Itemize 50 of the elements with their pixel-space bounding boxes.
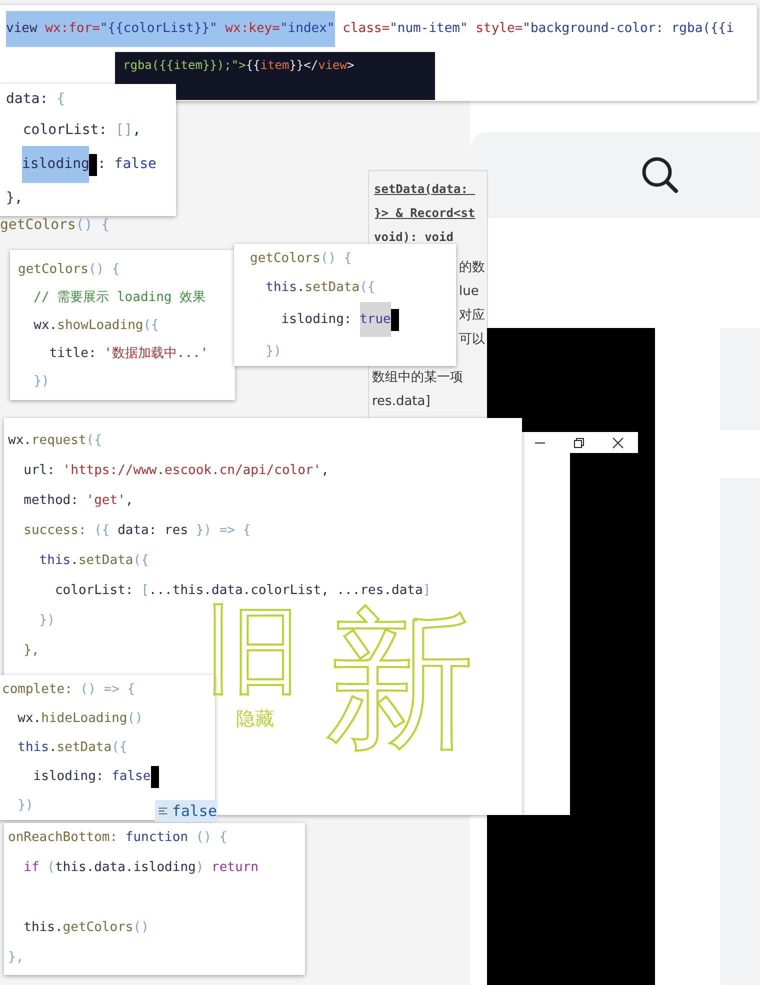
code-line: }) bbox=[16, 797, 34, 815]
handwritten-note: 旧 bbox=[205, 602, 301, 698]
annotation-text: 隐藏 bbox=[236, 707, 274, 732]
code-line: }, bbox=[8, 949, 24, 967]
search-icon[interactable] bbox=[640, 155, 680, 195]
code-line: wx.showLoading({ bbox=[32, 317, 159, 335]
doc-text: res.data] bbox=[372, 393, 430, 411]
restore-icon[interactable] bbox=[572, 436, 585, 448]
code-line: getColors() { bbox=[18, 261, 120, 279]
tooltip-text: setData(data: bbox=[374, 181, 469, 198]
code-line: view wx:for="{{colorList}}" wx:key="index" class="num-item" style="background-color: rgba({{i bbox=[6, 11, 734, 47]
code-line: if (this.data.isloding) return bbox=[22, 859, 258, 877]
code-line: url: 'https://www.escook.cn/api/color', bbox=[22, 462, 329, 480]
code-line: this.getColors() bbox=[22, 919, 149, 937]
code-line: success: ({ data: res }) => { bbox=[22, 522, 251, 540]
code-line: complete: () => { bbox=[2, 681, 136, 699]
tooltip-text: }> & Record<st bbox=[374, 205, 476, 222]
code-line: this.setData({ bbox=[38, 552, 149, 570]
value-icon bbox=[158, 805, 168, 817]
code-line: wx.hideLoading() bbox=[16, 710, 143, 728]
code-line: }) bbox=[38, 612, 55, 630]
code-line: }) bbox=[264, 343, 282, 361]
code-line: onReachBottom: function () { bbox=[8, 829, 228, 847]
doc-text: 数组中的某一项 bbox=[372, 369, 463, 387]
doc-text: lue bbox=[459, 283, 479, 301]
handwritten-note: 新 bbox=[325, 606, 475, 756]
code-line: isloding : false bbox=[6, 146, 156, 183]
code-line: colorList: [...this.data.colorList, ...res.data] bbox=[54, 582, 431, 600]
code-line: }, bbox=[6, 189, 23, 208]
code-line: data: { bbox=[6, 90, 66, 109]
doc-text: 对应 bbox=[459, 307, 485, 325]
code-line: getColors() { bbox=[0, 216, 110, 235]
code-line: isloding: false bbox=[2, 762, 159, 791]
code-line: this.setData({ bbox=[264, 279, 376, 297]
tooltip-text: void): void bbox=[374, 229, 454, 246]
code-line: rgba({{item}});">{{item}}</view> bbox=[123, 57, 354, 74]
code-line: this.setData({ bbox=[16, 739, 128, 757]
code-line: wx.request({ bbox=[8, 432, 102, 450]
code-line: }, bbox=[22, 642, 40, 660]
code-line: }) bbox=[32, 373, 50, 391]
close-icon[interactable] bbox=[612, 436, 624, 448]
code-line: // 需要展示 loading 效果 bbox=[32, 289, 206, 307]
doc-text: 的数 bbox=[459, 259, 485, 277]
doc-text: 可以 bbox=[459, 331, 485, 349]
code-line: isloding: true bbox=[250, 302, 399, 337]
code-line: method: 'get', bbox=[22, 492, 134, 510]
code-line: title: '数据加载中...' bbox=[48, 345, 208, 363]
autocomplete-suggestion[interactable]: false bbox=[155, 800, 217, 822]
code-line: colorList: [], bbox=[22, 121, 141, 140]
code-line: getColors() { bbox=[250, 250, 352, 268]
